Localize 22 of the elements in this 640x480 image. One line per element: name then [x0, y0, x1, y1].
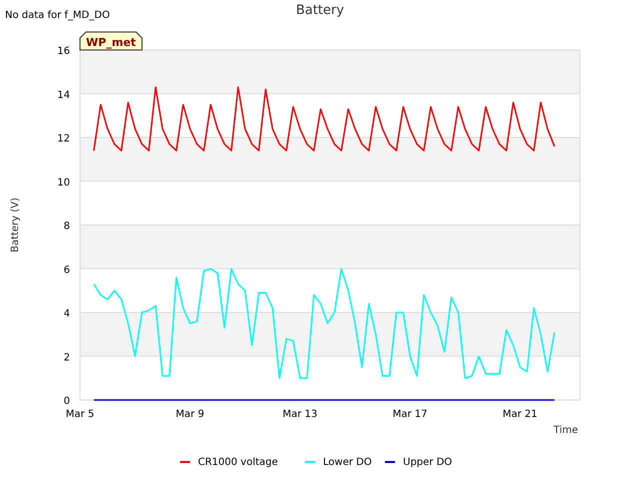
legend-label: Upper DO	[403, 457, 452, 468]
no-data-note: No data for f_MD_DO	[5, 10, 110, 21]
legend-label: Lower DO	[323, 457, 372, 468]
y-tick-label: 6	[64, 264, 70, 276]
y-tick-label: 4	[64, 308, 70, 320]
x-axis-label: Time	[554, 425, 578, 436]
y-axis-label: Battery (V)	[10, 198, 21, 252]
station-tag: WP_met	[80, 32, 142, 50]
x-tick-label: Mar 9	[176, 409, 204, 420]
x-tick-label: Mar 17	[392, 409, 428, 420]
y-tick-label: 0	[64, 396, 70, 407]
y-tick-label: 16	[57, 46, 70, 57]
y-tick-label: 8	[64, 221, 70, 232]
y-tick-label: 2	[64, 352, 70, 364]
y-tick-label: 10	[57, 177, 70, 188]
chart-title: Battery	[296, 3, 344, 18]
x-tick-label: Mar 13	[282, 409, 318, 420]
y-tick-label: 12	[57, 134, 70, 144]
x-tick-label: Mar 5	[66, 409, 94, 420]
x-tick-label: Mar 21	[502, 409, 538, 420]
legend-label: CR1000 voltage	[198, 457, 278, 468]
y-tick-label: 14	[57, 90, 70, 101]
